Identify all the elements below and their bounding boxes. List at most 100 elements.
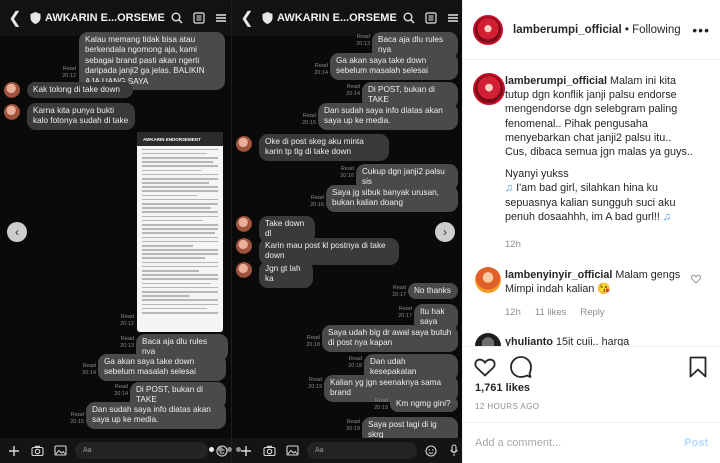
- like-heart-icon[interactable]: [473, 355, 497, 379]
- post-actions: [463, 346, 720, 386]
- menu-icon[interactable]: [211, 8, 231, 28]
- sender-avatar: [236, 216, 252, 232]
- commenter-avatar[interactable]: [475, 267, 501, 293]
- phone-screenshot-image: AWKARIN ENDORSEMENT: [137, 132, 223, 332]
- chat-title: AWKARIN E...ORSEMENT: [45, 12, 165, 24]
- chat-read-time: Read 20:15: [70, 412, 84, 425]
- chevron-right-icon: ›: [443, 225, 447, 239]
- carousel-indicator: [200, 447, 250, 453]
- chat-bubble-received: Karna kita punya bukti kalo fotonya suda…: [27, 103, 135, 130]
- caption-line: ♫ I'am bad girl, silahkan hina ku sepuas…: [505, 182, 676, 223]
- message-input[interactable]: Aa: [307, 442, 417, 459]
- caption-text: Malam ini kita tutup dgn konflik janji p…: [505, 75, 693, 159]
- emoji-icon[interactable]: [422, 442, 440, 460]
- author-avatar[interactable]: [473, 73, 505, 105]
- image-icon[interactable]: [283, 442, 301, 460]
- caption-username[interactable]: lamberumpi_official: [505, 75, 607, 87]
- comment-time: 12h: [505, 307, 521, 318]
- add-comment-bar: Add a comment... Post: [463, 422, 720, 463]
- comment-username[interactable]: lambenyinyir_official: [505, 269, 612, 281]
- plus-icon[interactable]: [5, 442, 23, 460]
- chat-bubble-sent: Km ngmg gini?: [390, 396, 458, 413]
- post-side-panel: lamberumpi_official • Following ••• lamb…: [462, 0, 720, 463]
- chat-header: ❮ AWKARIN E...ORSEMENT: [0, 0, 231, 36]
- caption-meta: 12h: [505, 239, 521, 250]
- author-line: lamberumpi_official • Following: [513, 24, 681, 36]
- author-avatar[interactable]: [473, 14, 503, 45]
- chat-read-time: Read 20:19: [308, 377, 322, 390]
- chat-bubble-received: Kak tolong di take down: [27, 82, 133, 99]
- chat-read-time: Read 20:18: [348, 356, 362, 369]
- chat-read-time: Read 20:16: [340, 166, 354, 179]
- chat-input-bar: Aa: [232, 438, 462, 463]
- more-options-icon[interactable]: •••: [692, 22, 710, 38]
- chat-header: ❮ AWKARIN E...ORSEMENT: [232, 0, 462, 36]
- message-input[interactable]: Aa: [75, 442, 208, 459]
- sender-avatar: [236, 262, 252, 278]
- post-photo: ❮ AWKARIN E...ORSEMENT Kalau memang tida…: [0, 0, 462, 463]
- chat-thread: Baca aja dlu rules nya Read 20:13 Ga aka…: [232, 32, 462, 444]
- chat-bubble-sent: Saya udah big dr awal saya butuh di post…: [322, 325, 458, 352]
- sender-avatar: [4, 104, 20, 120]
- caption-line: Nyanyi yukss: [505, 168, 569, 181]
- search-icon[interactable]: [399, 8, 419, 28]
- comment-text: 15it cuii.. harga: [556, 336, 630, 346]
- chat-screenshot-right: ❮ AWKARIN E...ORSEMENT Baca aja dlu rule…: [231, 0, 462, 463]
- next-photo-button[interactable]: ›: [435, 222, 455, 242]
- chat-title: AWKARIN E...ORSEMENT: [277, 12, 397, 24]
- chat-thread: Kalau memang tidak bisa atau berkendala …: [0, 32, 231, 438]
- reply-button[interactable]: Reply: [580, 307, 604, 318]
- chat-bubble-sent: Saya jg sibuk banyak urusan, bukan kalia…: [326, 185, 458, 212]
- comment-username[interactable]: yhulianto: [505, 336, 553, 346]
- chat-read-time: Read 20:16: [310, 195, 324, 208]
- post-comment-button[interactable]: Post: [684, 437, 708, 449]
- list-icon[interactable]: [189, 8, 209, 28]
- bookmark-icon[interactable]: [686, 355, 710, 379]
- chevron-left-icon: ‹: [15, 225, 19, 239]
- commenter-avatar[interactable]: [475, 333, 501, 346]
- comment: yhulianto 15it cuii.. harga: [505, 335, 695, 346]
- image-icon[interactable]: [51, 442, 69, 460]
- post-header: lamberumpi_official • Following •••: [463, 0, 720, 60]
- chat-bubble-sent: Dan sudah saya info diatas akan saya up …: [318, 103, 458, 130]
- chat-read-time: Read 20:14: [314, 63, 328, 76]
- comment-like-heart-icon[interactable]: [691, 274, 701, 284]
- camera-icon[interactable]: [28, 442, 46, 460]
- chat-read-time: Read 20:14: [346, 84, 360, 97]
- separator-dot: •: [624, 23, 629, 36]
- sender-avatar: [236, 238, 252, 254]
- following-button[interactable]: Following: [632, 24, 681, 36]
- previous-photo-button[interactable]: ‹: [7, 222, 27, 242]
- camera-icon[interactable]: [260, 442, 278, 460]
- chat-read-time: Read 20:15: [302, 113, 316, 126]
- list-icon[interactable]: [421, 8, 441, 28]
- comment-bubble-icon[interactable]: [509, 355, 533, 379]
- sender-avatar: [4, 82, 20, 98]
- caption-time: 12h: [505, 239, 521, 250]
- chat-read-time: Read 20:17: [398, 306, 412, 319]
- chat-read-time: Read 20:13: [356, 34, 370, 47]
- post-caption: lamberumpi_official Malam ini kita tutup…: [505, 74, 695, 224]
- shield-icon: [30, 12, 41, 24]
- chat-input-bar: Aa: [0, 438, 231, 463]
- chat-bubble-sent: Dan sudah saya info diatas akan saya up …: [86, 402, 226, 429]
- mic-icon[interactable]: [445, 442, 462, 460]
- author-username[interactable]: lamberumpi_official: [513, 24, 622, 36]
- music-note-icon: ♫: [505, 182, 514, 195]
- add-comment-input[interactable]: Add a comment...: [475, 437, 561, 449]
- sender-avatar: [236, 136, 252, 152]
- comments-section: lamberumpi_official Malam ini kita tutup…: [463, 61, 720, 346]
- chat-bubble-sent: Ga akan saya take down sebelum masalah s…: [330, 53, 458, 80]
- chat-read-time: Read 20:13: [120, 336, 134, 349]
- back-arrow-icon: ❮: [8, 10, 22, 27]
- chat-screenshot-left: ❮ AWKARIN E...ORSEMENT Kalau memang tida…: [0, 0, 231, 463]
- comment-likes[interactable]: 11 likes: [535, 307, 567, 318]
- search-icon[interactable]: [167, 8, 187, 28]
- chat-bubble-received: Jgn gt lah ka: [259, 261, 313, 288]
- menu-icon[interactable]: [443, 8, 462, 28]
- chat-read-time: Read 20:17: [392, 285, 406, 298]
- screenshot-title: AWKARIN ENDORSEMENT: [137, 132, 223, 146]
- chat-read-time: Read 20:18: [306, 335, 320, 348]
- likes-count[interactable]: 1,761 likes: [475, 382, 530, 394]
- shield-icon: [262, 12, 273, 24]
